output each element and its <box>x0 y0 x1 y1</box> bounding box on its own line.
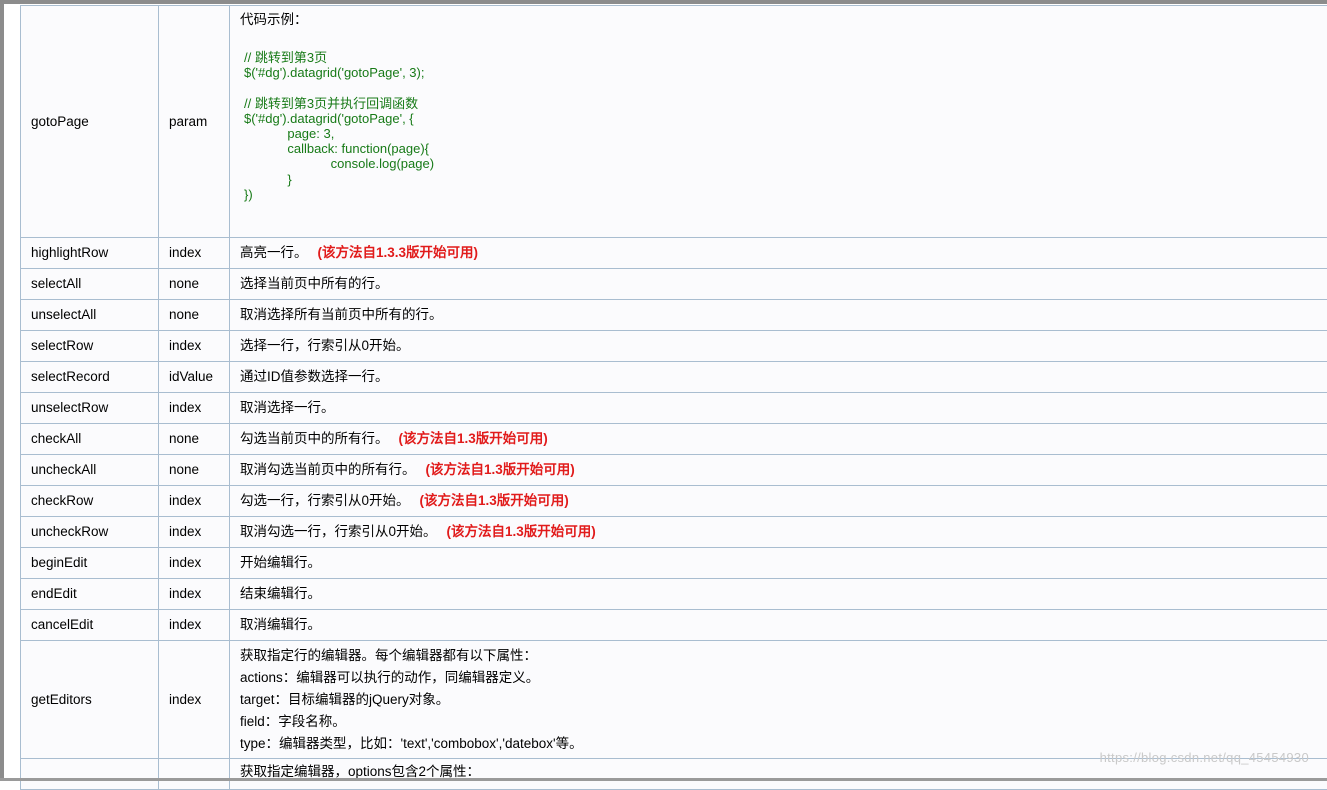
method-name-cell: getEditors <box>21 641 159 759</box>
method-name-cell: selectAll <box>21 269 159 300</box>
description-cell: 勾选当前页中的所有行。 (该方法自1.3版开始可用) <box>230 424 1327 455</box>
table-row: endEdit index 结束编辑行。 <box>21 579 1327 610</box>
window-left-border <box>0 0 4 781</box>
param-cell: index <box>159 610 230 641</box>
method-name-cell: checkRow <box>21 486 159 517</box>
description-cell: 取消编辑行。 <box>230 610 1327 641</box>
description-text: 取消勾选一行，行索引从0开始。 <box>240 524 437 539</box>
param-cell: index <box>159 579 230 610</box>
param-cell: index <box>159 517 230 548</box>
method-name-cell: unselectRow <box>21 393 159 424</box>
description-cell: 高亮一行。 (该方法自1.3.3版开始可用) <box>230 238 1327 269</box>
method-name-cell: cancelEdit <box>21 610 159 641</box>
param-cell <box>159 759 230 790</box>
table-row: unselectAll none 取消选择所有当前页中所有的行。 <box>21 300 1327 331</box>
description-cell: 代码示例： // 跳转到第3页 $('#dg').datagrid('gotoP… <box>230 6 1327 238</box>
table-row: selectAll none 选择当前页中所有的行。 <box>21 269 1327 300</box>
method-name-cell: checkAll <box>21 424 159 455</box>
table-row: uncheckAll none 取消勾选当前页中的所有行。 (该方法自1.3版开始… <box>21 455 1327 486</box>
description-text: 代码示例： <box>240 10 1320 30</box>
param-cell: none <box>159 300 230 331</box>
method-name-cell: gotoPage <box>21 6 159 238</box>
param-cell: param <box>159 6 230 238</box>
param-cell: none <box>159 455 230 486</box>
param-cell: index <box>159 238 230 269</box>
param-cell: none <box>159 269 230 300</box>
description-text: 勾选一行，行索引从0开始。 <box>240 493 410 508</box>
method-name-cell: selectRecord <box>21 362 159 393</box>
method-name-cell: unselectAll <box>21 300 159 331</box>
param-cell: index <box>159 548 230 579</box>
description-cell: 选择当前页中所有的行。 <box>230 269 1327 300</box>
table-row: selectRecord idValue 通过ID值参数选择一行。 <box>21 362 1327 393</box>
description-cell: 取消勾选一行，行索引从0开始。 (该方法自1.3版开始可用) <box>230 517 1327 548</box>
description-cell: 取消勾选当前页中的所有行。 (该方法自1.3版开始可用) <box>230 455 1327 486</box>
method-name-cell: endEdit <box>21 579 159 610</box>
version-note: (该方法自1.3.3版开始可用) <box>318 245 479 260</box>
param-cell: index <box>159 641 230 759</box>
table-row: cancelEdit index 取消编辑行。 <box>21 610 1327 641</box>
method-name-cell: uncheckRow <box>21 517 159 548</box>
description-cell: 通过ID值参数选择一行。 <box>230 362 1327 393</box>
description-line: 获取指定行的编辑器。每个编辑器都有以下属性： <box>240 645 1320 667</box>
param-cell: none <box>159 424 230 455</box>
table-row: selectRow index 选择一行，行索引从0开始。 <box>21 331 1327 362</box>
description-cell: 取消选择所有当前页中所有的行。 <box>230 300 1327 331</box>
description-text: 取消勾选当前页中的所有行。 <box>240 462 416 477</box>
description-cell: 获取指定行的编辑器。每个编辑器都有以下属性： actions：编辑器可以执行的动… <box>230 641 1327 759</box>
param-cell: index <box>159 331 230 362</box>
table-row: checkAll none 勾选当前页中的所有行。 (该方法自1.3版开始可用) <box>21 424 1327 455</box>
description-cell: 取消选择一行。 <box>230 393 1327 424</box>
description-text: 高亮一行。 <box>240 245 308 260</box>
method-name-cell: highlightRow <box>21 238 159 269</box>
version-note: (该方法自1.3版开始可用) <box>426 462 575 477</box>
version-note: (该方法自1.3版开始可用) <box>420 493 569 508</box>
description-cell: 勾选一行，行索引从0开始。 (该方法自1.3版开始可用) <box>230 486 1327 517</box>
table-row: gotoPage param 代码示例： // 跳转到第3页 $('#dg').… <box>21 6 1327 238</box>
version-note: (该方法自1.3版开始可用) <box>447 524 596 539</box>
table-row: checkRow index 勾选一行，行索引从0开始。 (该方法自1.3版开始可… <box>21 486 1327 517</box>
description-cell: 开始编辑行。 <box>230 548 1327 579</box>
code-example: // 跳转到第3页 $('#dg').datagrid('gotoPage', … <box>244 50 1320 202</box>
method-name-cell <box>21 759 159 790</box>
description-cell: 选择一行，行索引从0开始。 <box>230 331 1327 362</box>
csdn-watermark: https://blog.csdn.net/qq_45454930 <box>1100 750 1309 765</box>
description-text: 勾选当前页中的所有行。 <box>240 431 389 446</box>
description-cell: 结束编辑行。 <box>230 579 1327 610</box>
table-row: beginEdit index 开始编辑行。 <box>21 548 1327 579</box>
table-row: getEditors index 获取指定行的编辑器。每个编辑器都有以下属性： … <box>21 641 1327 759</box>
description-line: actions：编辑器可以执行的动作，同编辑器定义。 <box>240 667 1320 689</box>
param-cell: idValue <box>159 362 230 393</box>
method-name-cell: selectRow <box>21 331 159 362</box>
method-name-cell: beginEdit <box>21 548 159 579</box>
window-top-border <box>0 0 1327 4</box>
description-line: target：目标编辑器的jQuery对象。 <box>240 689 1320 711</box>
version-note: (该方法自1.3版开始可用) <box>399 431 548 446</box>
table-row: highlightRow index 高亮一行。 (该方法自1.3.3版开始可用) <box>21 238 1327 269</box>
param-cell: index <box>159 393 230 424</box>
param-cell: index <box>159 486 230 517</box>
methods-table-container: gotoPage param 代码示例： // 跳转到第3页 $('#dg').… <box>20 5 1327 790</box>
table-row: unselectRow index 取消选择一行。 <box>21 393 1327 424</box>
method-name-cell: uncheckAll <box>21 455 159 486</box>
table-row: uncheckRow index 取消勾选一行，行索引从0开始。 (该方法自1.3… <box>21 517 1327 548</box>
description-line: field：字段名称。 <box>240 711 1320 733</box>
datagrid-methods-table: gotoPage param 代码示例： // 跳转到第3页 $('#dg').… <box>20 5 1327 790</box>
